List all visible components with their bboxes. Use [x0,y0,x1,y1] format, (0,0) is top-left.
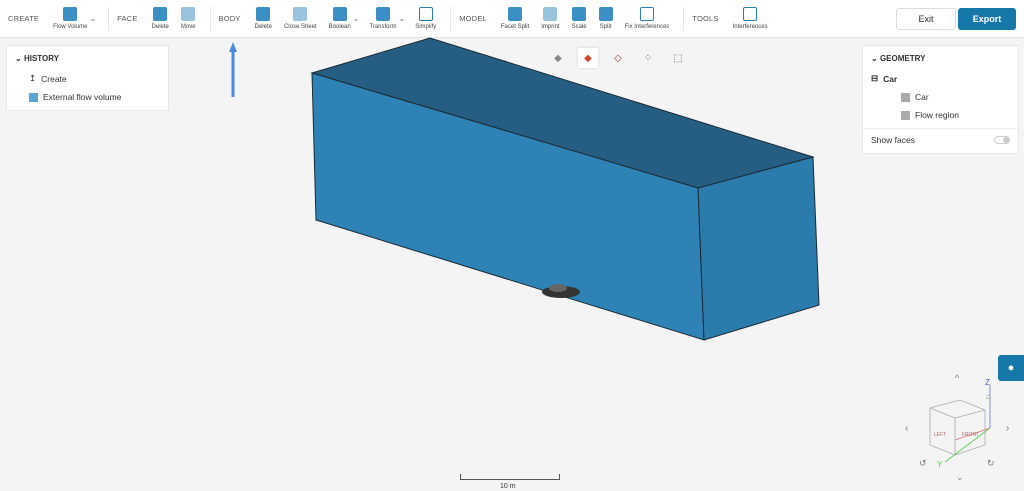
scale-bar [460,474,560,480]
view-cube[interactable] [929,385,991,463]
viewport-3d[interactable]: LEFT FRONT Z Y ^ ⌄ ‹ › ↺ ↻ ⌂ [0,0,1024,491]
scale-label: 10 m [500,483,516,490]
home-icon[interactable]: ⌂ [986,392,991,401]
rotate-up-icon[interactable]: ^ [955,373,960,383]
axis-y-label: Y [937,460,943,469]
chat-icon: ● [1007,362,1015,374]
rotate-right-icon[interactable]: › [1006,423,1009,434]
chat-button[interactable]: ● [998,355,1024,381]
rotate-down-icon[interactable]: ⌄ [956,472,964,482]
roll-cw-icon[interactable]: ↻ [987,458,995,468]
roll-ccw-icon[interactable]: ↺ [919,458,927,468]
axis-z-label: Z [985,378,990,387]
rotate-left-icon[interactable]: ‹ [905,423,908,434]
flow-volume-right-face[interactable] [697,156,820,341]
cube-face-front: FRONT [962,432,979,438]
cube-face-left: LEFT [934,432,946,438]
